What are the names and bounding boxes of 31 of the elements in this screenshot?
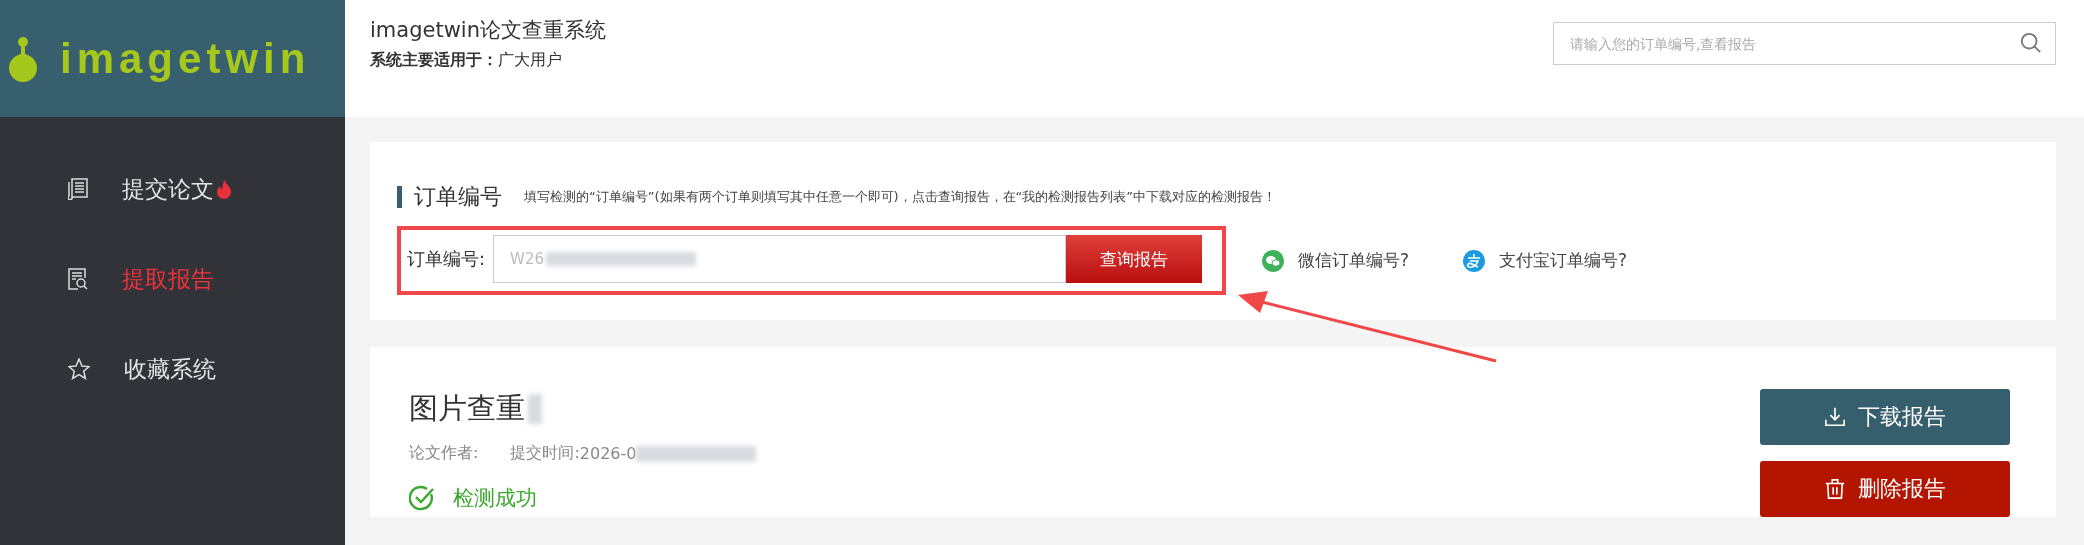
sidebar-item[interactable]: 提交论文	[0, 175, 345, 203]
submit-time-value: 2026-0	[579, 444, 637, 463]
report-title: 图片查重	[409, 390, 525, 427]
section-title: 订单编号	[414, 183, 502, 211]
status-text: 检测成功	[453, 485, 537, 512]
section-hint: 填写检测的“订单编号”(如果有两个订单则填写其中任意一个即可)，点击查询报告，在“我的检测报告列表”中下载对应的检测报告！	[524, 188, 1277, 206]
submit-time-label: 提交时间:	[510, 443, 580, 464]
download-icon	[1824, 406, 1846, 428]
download-report-button[interactable]: 下载报告	[1760, 389, 2010, 445]
audience-value: 广大用户	[498, 50, 562, 69]
field-label: 订单编号:	[407, 247, 486, 271]
title-bar	[397, 186, 402, 208]
star-icon	[68, 358, 90, 380]
search-field[interactable]: 请输入您的订单编号,查看报告	[1553, 22, 2056, 65]
check-circle-icon	[409, 485, 435, 511]
audience-label: 系统主要适用于：	[370, 50, 498, 69]
help-link[interactable]: 微信订单编号?	[1262, 249, 1410, 272]
logo-icon	[8, 35, 38, 82]
search-icon[interactable]	[2020, 32, 2042, 54]
payment-icon	[1463, 249, 1486, 272]
report-search-icon	[68, 268, 88, 290]
query-report-button[interactable]: 查询报告	[1066, 235, 1203, 283]
author-label: 论文作者:	[409, 443, 479, 464]
trash-icon	[1824, 478, 1846, 500]
document-icon	[68, 178, 88, 200]
help-link[interactable]: 支付宝订单编号?	[1463, 249, 1628, 272]
logo-text: imagetwin	[60, 34, 311, 83]
chat-bubbles-icon	[1262, 249, 1285, 272]
sidebar-item[interactable]: 收藏系统	[0, 355, 345, 383]
delete-report-button[interactable]: 删除报告	[1760, 461, 2010, 517]
site-title: imagetwin论文查重系统	[370, 17, 606, 44]
